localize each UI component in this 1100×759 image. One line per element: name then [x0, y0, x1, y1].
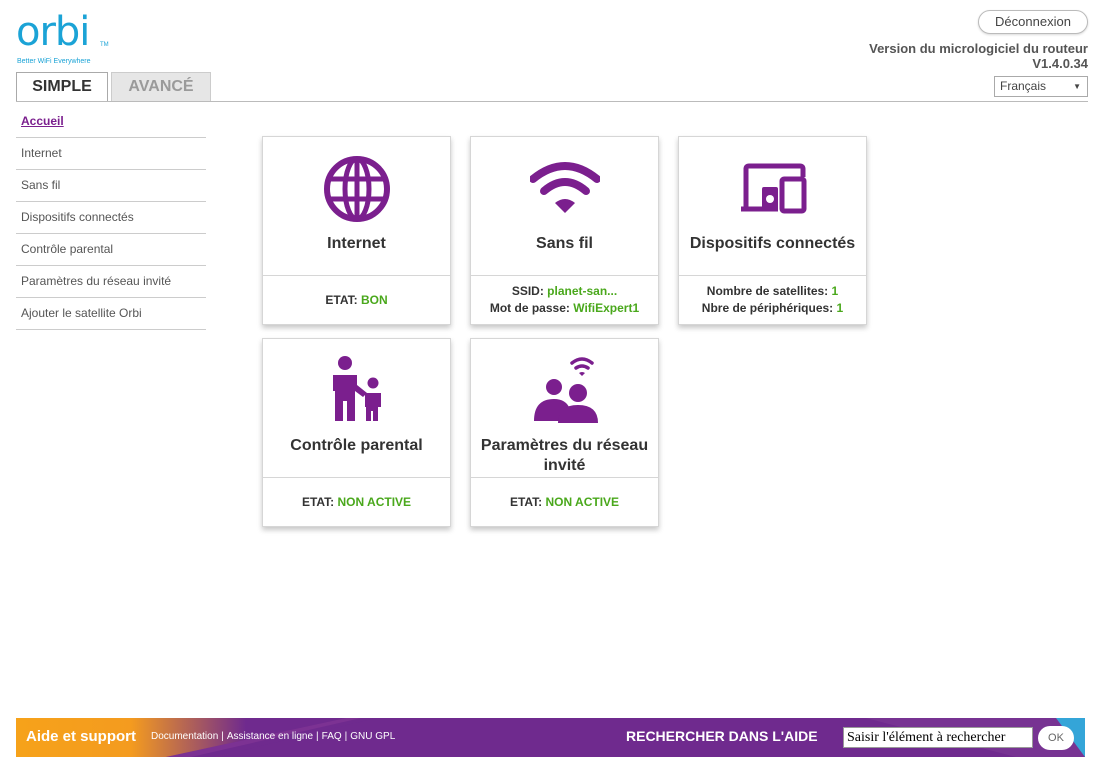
card-title: Contrôle parental	[290, 437, 423, 454]
sidebar-item-internet[interactable]: Internet	[16, 138, 206, 170]
footer-links: Documentation | Assistance en ligne | FAQ | GN…	[151, 731, 395, 742]
documentation-link[interactable]: Documentation	[151, 731, 218, 742]
sidebar-item-add-satellite[interactable]: Ajouter le satellite Orbi	[16, 298, 206, 330]
card-title: Sans fil	[536, 235, 593, 252]
card-title-line2: invité	[543, 457, 586, 474]
help-footer: Aide et support Documentation | Assistance…	[16, 718, 1085, 757]
card-title: Paramètres du réseau invité	[471, 436, 658, 476]
card-title-line1: Paramètres du réseau	[480, 437, 649, 454]
header-divider	[16, 101, 1088, 102]
password-value: WifiExpert1	[573, 301, 640, 315]
sidebar: Accueil Internet Sans fil Dispositifs co…	[16, 106, 206, 330]
card-status: ETAT: NON ACTIVE	[471, 478, 658, 526]
language-selected: Français	[1000, 79, 1047, 93]
search-help-label: RECHERCHER DANS L'AIDE	[626, 728, 818, 744]
status-label: ETAT:	[509, 494, 543, 509]
card-title: Dispositifs connectés	[689, 235, 856, 252]
help-search-input[interactable]: Saisir l'élément à rechercher	[843, 727, 1033, 748]
ssid-value: planet-san...	[547, 284, 618, 298]
language-select[interactable]: Français ▼	[994, 76, 1088, 97]
devices-label: Nbre de périphériques:	[701, 301, 834, 315]
password-label: Mot de passe:	[489, 301, 570, 315]
wifi-icon	[529, 162, 600, 213]
satellites-value: 1	[831, 284, 839, 298]
globe-icon	[323, 156, 390, 222]
status-label: ETAT:	[301, 494, 335, 509]
sidebar-item-home[interactable]: Accueil	[16, 106, 206, 138]
card-header: Sans fil	[471, 137, 658, 276]
internet-card[interactable]: Internet ETAT: BON	[262, 136, 451, 325]
sidebar-item-attached-devices[interactable]: Dispositifs connectés	[16, 202, 206, 234]
card-header: Internet	[263, 137, 450, 276]
online-support-link[interactable]: Assistance en ligne	[227, 731, 313, 742]
card-header: Contrôle parental	[263, 339, 450, 478]
parental-control-card[interactable]: Contrôle parental ETAT: NON ACTIVE	[262, 338, 451, 527]
link-separator: |	[221, 731, 224, 742]
guest-network-card[interactable]: Paramètres du réseau invité ETAT: NON AC…	[470, 338, 659, 527]
logo-tagline: Better WiFi Everywhere	[17, 58, 91, 65]
card-title: Internet	[327, 235, 386, 252]
devices-value: 1	[836, 301, 844, 315]
link-separator: |	[344, 731, 348, 742]
dropdown-arrow-icon: ▼	[1073, 82, 1081, 91]
status-label: ETAT:	[325, 292, 358, 307]
parent-child-icon	[332, 356, 381, 421]
link-separator: |	[316, 731, 319, 742]
sidebar-item-wireless[interactable]: Sans fil	[16, 170, 206, 202]
attached-devices-card[interactable]: Dispositifs connectés Nombre de satellit…	[678, 136, 867, 325]
card-status: Nombre de satellites: 1 Nbre de périphér…	[679, 276, 866, 324]
orbi-logo: orbi TM Better WiFi Everywhere	[16, 12, 116, 68]
status-value: NON ACTIVE	[545, 494, 620, 509]
faq-link[interactable]: FAQ	[322, 731, 342, 742]
search-ok-button[interactable]: OK	[1038, 726, 1074, 750]
card-status: ETAT: BON	[263, 276, 450, 324]
sidebar-item-parental-control[interactable]: Contrôle parental	[16, 234, 206, 266]
sidebar-item-guest-network[interactable]: Paramètres du réseau invité	[16, 266, 206, 298]
status-value: NON ACTIVE	[337, 494, 412, 509]
logout-button[interactable]: Déconnexion	[978, 10, 1088, 34]
tab-simple[interactable]: SIMPLE	[16, 72, 108, 102]
card-header: Dispositifs connectés	[679, 137, 866, 276]
help-support-label: Aide et support	[26, 728, 137, 745]
gnu-gpl-link[interactable]: GNU GPL	[350, 731, 395, 742]
devices-icon	[740, 163, 806, 214]
firmware-version: V1.4.0.34	[1032, 56, 1088, 71]
wireless-card[interactable]: Sans fil SSID: planet-san... Mot de pass…	[470, 136, 659, 325]
guest-network-icon	[533, 357, 598, 423]
card-header: Paramètres du réseau invité	[471, 339, 658, 478]
firmware-label: Version du micrologiciel du routeur	[869, 41, 1088, 56]
card-status: SSID: planet-san... Mot de passe: WifiEx…	[471, 276, 658, 324]
logo-trademark: TM	[100, 42, 109, 48]
ssid-label: SSID:	[511, 284, 544, 298]
tab-advanced[interactable]: AVANCÉ	[111, 72, 211, 102]
satellites-label: Nombre de satellites:	[706, 284, 829, 298]
card-status: ETAT: NON ACTIVE	[263, 478, 450, 526]
status-value: BON	[360, 292, 388, 307]
